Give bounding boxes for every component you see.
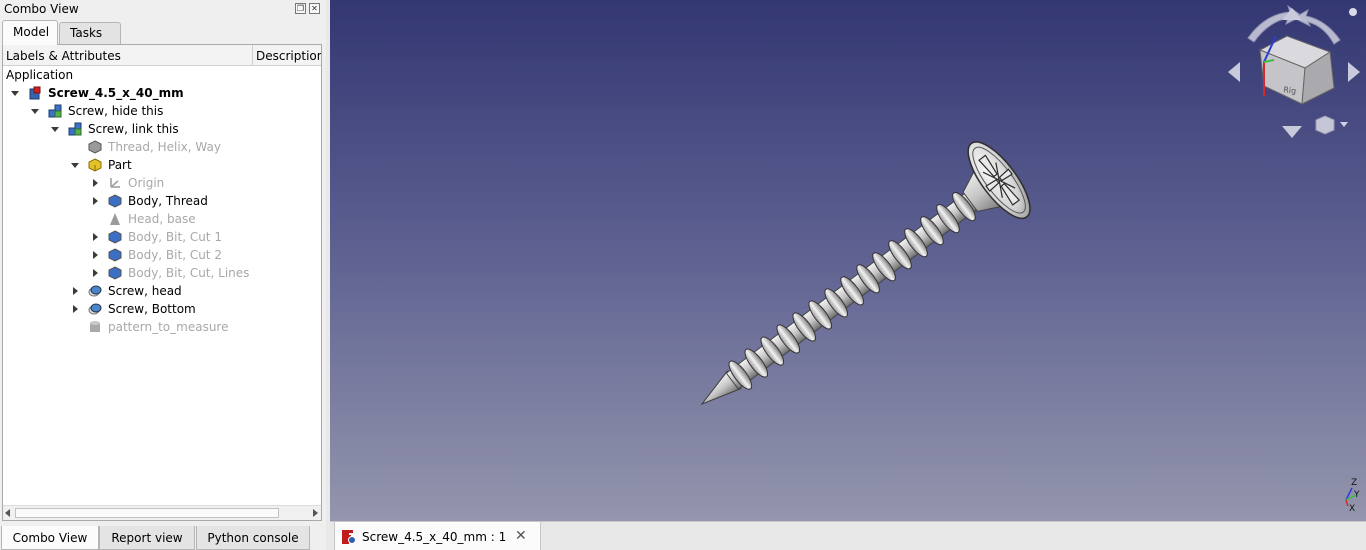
part-feature-icon	[88, 140, 102, 154]
document-tab-label: Screw_4.5_x_40_mm : 1	[362, 530, 507, 544]
column-header-description[interactable]: Description	[254, 45, 321, 65]
navigation-cube[interactable]: Rig	[1228, 4, 1360, 138]
tree-item[interactable]: Origin	[3, 174, 321, 192]
body-icon	[108, 266, 122, 280]
link-group-icon	[48, 104, 62, 118]
body-icon	[108, 194, 122, 208]
nav-right-arrow-icon[interactable]	[1348, 62, 1360, 82]
3d-viewport[interactable]: Rig Z Y X	[330, 0, 1366, 521]
tree-item-label: Screw, head	[108, 284, 182, 298]
nav-down-arrow-icon[interactable]	[1282, 126, 1302, 138]
tree-item[interactable]: Screw, Bottom	[3, 300, 321, 318]
panel-bottom-tabs: Combo View Report view Python console	[0, 526, 326, 550]
boolean-icon	[88, 285, 102, 297]
tree-root-row: Application	[3, 66, 321, 84]
body-icon	[108, 230, 122, 244]
tree-item-label: Head, base	[128, 212, 196, 226]
tree-item-label: pattern_to_measure	[108, 320, 229, 334]
view-menu-dropdown-icon[interactable]	[1340, 122, 1348, 127]
body-icon	[108, 248, 122, 262]
tree-item-label: Thread, Helix, Way	[108, 140, 221, 154]
expanded-arrow-icon[interactable]	[11, 91, 19, 96]
tree-item-label: Origin	[128, 176, 165, 190]
tree-item[interactable]: Thread, Helix, Way	[3, 138, 321, 156]
document-icon	[29, 86, 41, 100]
tree-item-label: Screw_4.5_x_40_mm	[48, 86, 184, 100]
tab-python-console[interactable]: Python console	[196, 526, 310, 550]
tree-item-label: Screw, hide this	[68, 104, 164, 118]
tab-report-view[interactable]: Report view	[99, 526, 195, 550]
expanded-arrow-icon[interactable]	[51, 127, 59, 132]
axis-cross: Z Y X	[1345, 478, 1360, 514]
boolean-icon	[88, 303, 102, 315]
tree-item-label: Body, Thread	[128, 194, 208, 208]
scroll-thumb[interactable]	[15, 508, 279, 518]
tree-item[interactable]: Screw, head	[3, 282, 321, 300]
close-document-icon[interactable]: ✕	[515, 528, 527, 544]
model-tree[interactable]: Labels & Attributes Description Applicat…	[2, 44, 322, 521]
tree-item[interactable]: Body, Bit, Cut, Lines	[3, 264, 321, 282]
screw-model[interactable]	[674, 133, 1040, 441]
tree-item[interactable]: Part	[3, 156, 321, 174]
expanded-arrow-icon[interactable]	[31, 109, 39, 114]
collapsed-arrow-icon[interactable]	[93, 233, 98, 241]
tree-root-label: Application	[6, 68, 74, 82]
tree-item-label: Screw, link this	[88, 122, 179, 136]
combo-view-panel: Combo View ❐ ✕ Model Tasks Labels & Attr…	[0, 0, 326, 550]
tree-item[interactable]: Screw, hide this	[3, 102, 321, 120]
expanded-arrow-icon[interactable]	[71, 163, 79, 168]
tree-item[interactable]: Screw, link this	[3, 120, 321, 138]
navcube-face-label: Rig	[1283, 85, 1297, 96]
close-panel-button[interactable]: ✕	[309, 3, 320, 14]
tree-item[interactable]: Body, Bit, Cut 1	[3, 228, 321, 246]
part-container-icon	[88, 158, 102, 172]
tree-item[interactable]: Body, Bit, Cut 2	[3, 246, 321, 264]
nav-menu-dot-icon[interactable]	[1349, 8, 1357, 16]
scroll-right-arrow-icon[interactable]	[313, 509, 318, 517]
collapsed-arrow-icon[interactable]	[93, 197, 98, 205]
cylinder-icon	[90, 321, 100, 332]
link-group-icon	[68, 122, 82, 136]
nav-left-arrow-icon[interactable]	[1228, 62, 1240, 82]
tab-combo-view[interactable]: Combo View	[1, 526, 99, 550]
rotate-right-arrow-icon[interactable]	[1292, 8, 1341, 45]
tree-item[interactable]: pattern_to_measure	[3, 318, 321, 336]
collapsed-arrow-icon[interactable]	[93, 179, 98, 187]
axis-label-z: Z	[1351, 478, 1357, 488]
panel-title: Combo View	[4, 2, 79, 16]
tree-item-label: Body, Bit, Cut 2	[128, 248, 222, 262]
scroll-left-arrow-icon[interactable]	[5, 509, 10, 517]
float-panel-button[interactable]: ❐	[295, 3, 306, 14]
tree-item-label: Part	[108, 158, 132, 172]
freecad-doc-icon	[342, 530, 356, 544]
axis-label-x: X	[1349, 504, 1355, 514]
document-tab[interactable]: Screw_4.5_x_40_mm : 1 ✕	[334, 522, 541, 550]
tree-item-label: Screw, Bottom	[108, 302, 196, 316]
tree-item[interactable]: Screw_4.5_x_40_mm	[3, 84, 321, 102]
horizontal-scrollbar[interactable]	[3, 505, 321, 520]
tab-tasks[interactable]: Tasks	[59, 22, 121, 44]
tree-item[interactable]: Body, Thread	[3, 192, 321, 210]
collapsed-arrow-icon[interactable]	[93, 251, 98, 259]
collapsed-arrow-icon[interactable]	[93, 269, 98, 277]
tab-model[interactable]: Model	[2, 20, 58, 45]
tree-header: Labels & Attributes Description	[3, 45, 321, 66]
cone-icon	[110, 213, 120, 225]
axis-label-y: Y	[1353, 490, 1360, 500]
screw-thread	[728, 192, 976, 390]
origin-axes-icon	[110, 178, 120, 188]
column-header-labels[interactable]: Labels & Attributes	[3, 45, 253, 65]
scene-svg: Rig Z Y X	[674, 4, 1360, 514]
tree-item-label: Body, Bit, Cut, Lines	[128, 266, 250, 280]
document-tab-bar: Screw_4.5_x_40_mm : 1 ✕	[330, 521, 1366, 550]
collapsed-arrow-icon[interactable]	[73, 305, 78, 313]
collapsed-arrow-icon[interactable]	[73, 287, 78, 295]
tree-item-label: Body, Bit, Cut 1	[128, 230, 222, 244]
view-menu-cube-icon[interactable]	[1315, 115, 1335, 135]
tree-item[interactable]: Head, base	[3, 210, 321, 228]
